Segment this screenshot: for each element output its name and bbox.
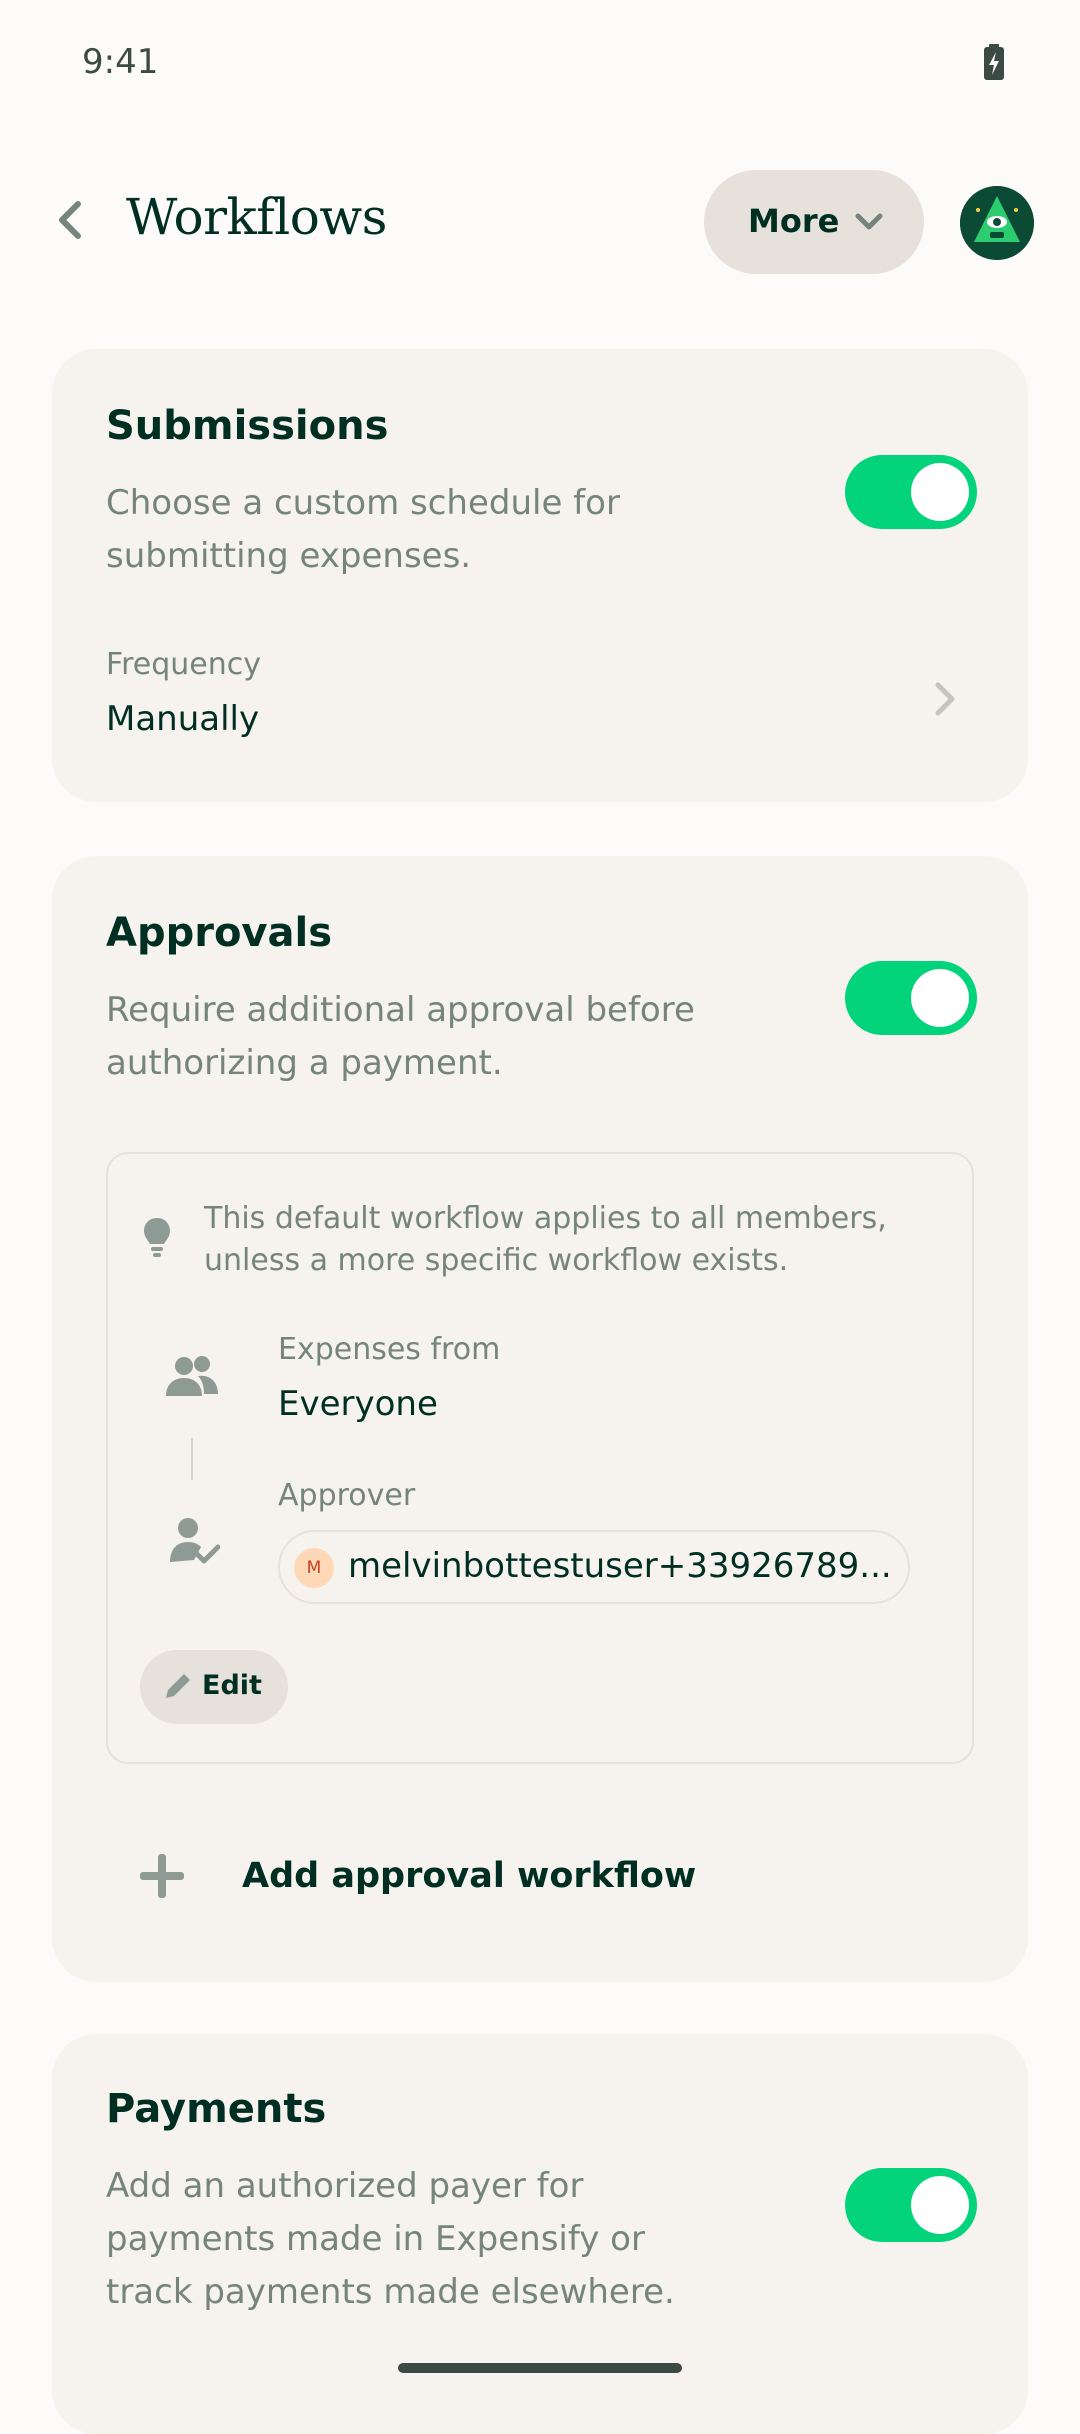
workflow-connector — [191, 1438, 193, 1480]
default-workflow-box: This default workflow applies to all mem… — [106, 1152, 974, 1764]
approvals-card: Approvals Require additional approval be… — [52, 856, 1028, 1982]
approver-label: Approver — [278, 1478, 416, 1513]
payments-description: Add an authorized payer for payments mad… — [106, 2166, 675, 2312]
plus-icon — [138, 1852, 186, 1900]
user-check-icon — [168, 1516, 221, 1568]
submissions-card: Submissions Choose a custom schedule for… — [52, 349, 1028, 802]
more-button[interactable]: More — [704, 170, 924, 274]
lightbulb-icon — [142, 1216, 172, 1260]
add-approval-workflow-button[interactable]: Add approval workflow — [106, 1816, 974, 1936]
expenses-from-label: Expenses from — [278, 1332, 501, 1367]
payments-title: Payments — [106, 2086, 327, 2132]
avatar[interactable] — [960, 186, 1034, 260]
approver-name: melvinbottestuser+33926789... — [348, 1546, 888, 1586]
chevron-down-icon — [854, 210, 884, 234]
approvals-title: Approvals — [106, 910, 333, 956]
header: Workflows More — [0, 160, 1080, 280]
users-icon — [164, 1354, 220, 1398]
edit-button-label: Edit — [202, 1670, 262, 1701]
frequency-label: Frequency — [106, 647, 261, 682]
approvals-toggle[interactable] — [845, 961, 977, 1035]
expenses-from-value: Everyone — [278, 1384, 438, 1424]
pencil-icon — [162, 1670, 194, 1702]
payments-toggle[interactable] — [845, 2168, 977, 2242]
submissions-description: Choose a custom schedule for submitting … — [106, 483, 620, 576]
status-time: 9:41 — [82, 42, 159, 82]
home-indicator — [398, 2363, 682, 2373]
back-arrow-icon[interactable] — [52, 198, 88, 242]
submissions-title: Submissions — [106, 403, 389, 449]
status-bar: 9:41 — [0, 0, 1080, 125]
approver-avatar: M — [294, 1548, 334, 1588]
workflow-hint: This default workflow applies to all mem… — [204, 1201, 887, 1278]
frequency-value: Manually — [106, 699, 260, 739]
submissions-toggle[interactable] — [845, 455, 977, 529]
more-button-label: More — [748, 202, 840, 240]
approver-pill[interactable]: M melvinbottestuser+33926789... — [278, 1530, 910, 1604]
chevron-right-icon — [932, 679, 958, 719]
add-approval-workflow-label: Add approval workflow — [242, 1856, 697, 1896]
edit-button[interactable]: Edit — [140, 1650, 288, 1724]
toggle-knob — [911, 2176, 969, 2234]
approvals-description: Require additional approval before autho… — [106, 990, 695, 1083]
payments-card: Payments Add an authorized payer for pay… — [52, 2034, 1028, 2434]
battery-icon — [982, 44, 1006, 80]
toggle-knob — [911, 463, 969, 521]
page-title: Workflows — [126, 188, 387, 246]
toggle-knob — [911, 969, 969, 1027]
